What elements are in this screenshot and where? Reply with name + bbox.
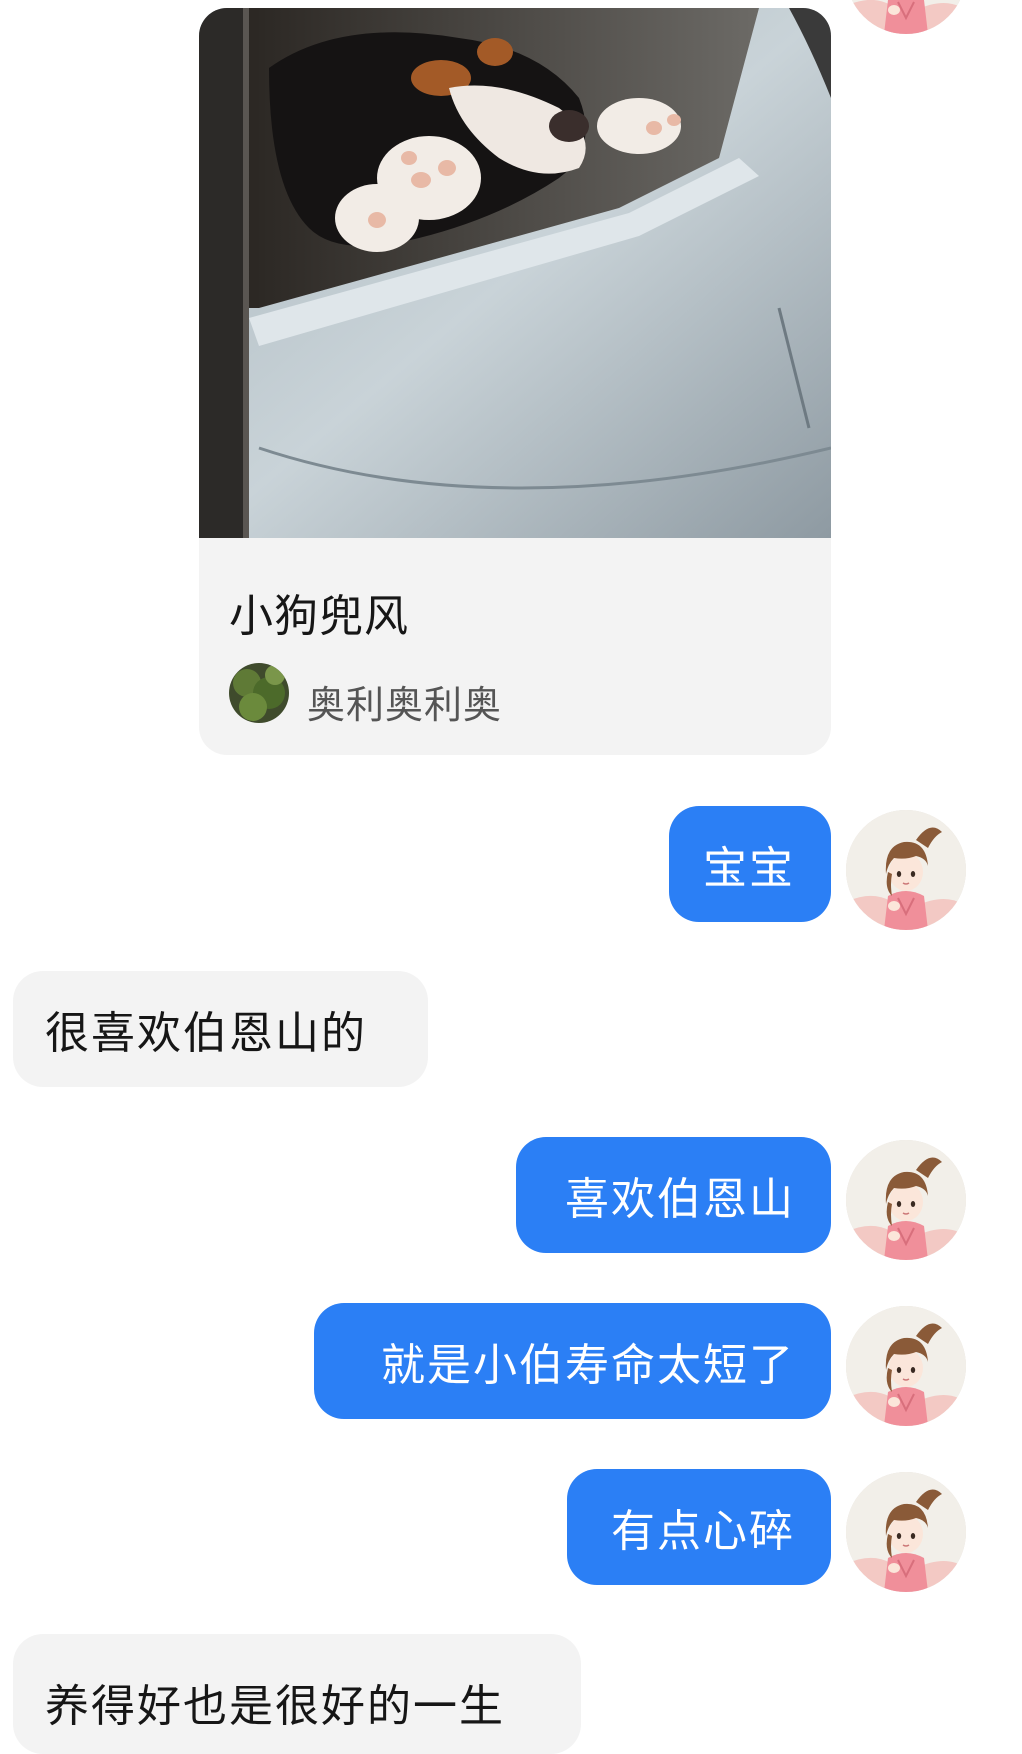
message-bubble-received[interactable]: 养得好也是很好的一生 [13,1634,581,1754]
message-text: 喜欢伯恩山 [565,1174,795,1225]
dog-in-car-photo[interactable] [199,8,831,538]
self-avatar[interactable] [846,1472,966,1592]
anime-girl-avatar-icon [846,810,966,930]
message-text: 宝宝 [703,843,795,894]
self-avatar-top[interactable] [846,0,966,34]
self-avatar[interactable] [846,810,966,930]
card-title: 小狗兜风 [229,591,409,642]
message-text: 养得好也是很好的一生 [45,1681,505,1732]
self-avatar[interactable] [846,1306,966,1426]
message-bubble-sent[interactable]: 就是小伯寿命太短了 [314,1303,831,1419]
message-text: 有点心碎 [611,1506,795,1557]
message-bubble-received[interactable]: 很喜欢伯恩山的 [13,971,428,1087]
author-avatar[interactable] [229,663,289,723]
message-text: 很喜欢伯恩山的 [45,1008,367,1059]
anime-girl-avatar-icon [846,0,966,34]
card-author-name: 奥利奥利奥 [307,683,503,727]
self-avatar[interactable] [846,1140,966,1260]
foliage-avatar-icon [229,663,289,723]
dog-in-car-photo-icon [199,8,831,538]
anime-girl-avatar-icon [846,1140,966,1260]
anime-girl-avatar-icon [846,1306,966,1426]
message-bubble-sent[interactable]: 有点心碎 [567,1469,831,1585]
message-bubble-sent[interactable]: 宝宝 [669,806,831,922]
message-bubble-sent[interactable]: 喜欢伯恩山 [516,1137,831,1253]
message-text: 就是小伯寿命太短了 [381,1340,795,1391]
shared-post-card[interactable]: 小狗兜风 奥利奥利奥 [199,8,831,755]
anime-girl-avatar-icon [846,1472,966,1592]
